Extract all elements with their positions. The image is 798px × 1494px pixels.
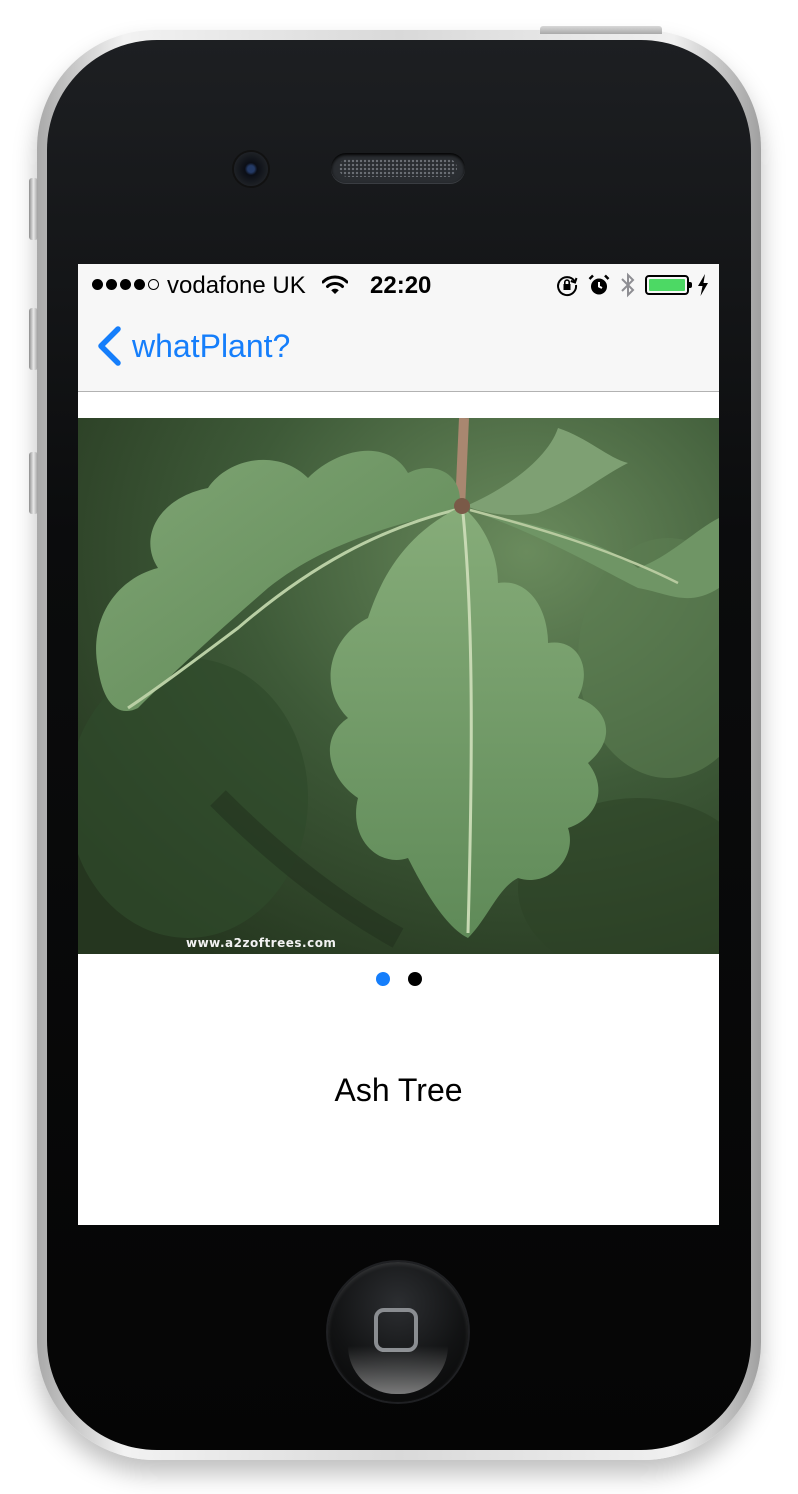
home-button[interactable] xyxy=(328,1262,468,1402)
signal-dot xyxy=(92,279,103,290)
charging-bolt-icon xyxy=(698,274,708,296)
photo-watermark: www.a2zoftrees.com xyxy=(186,936,337,950)
home-square-icon xyxy=(374,1308,418,1352)
battery-fill xyxy=(649,279,685,291)
plant-name-label: Ash Tree xyxy=(334,1072,463,1108)
status-icons xyxy=(555,272,709,298)
leaf-image xyxy=(78,418,719,954)
carrier-name: vodafone UK xyxy=(167,272,306,299)
rotation-lock-icon xyxy=(557,276,578,297)
page-dot[interactable] xyxy=(407,972,422,986)
wifi-icon xyxy=(322,275,348,294)
signal-strength-icon xyxy=(92,279,159,290)
status-time: 22:20 xyxy=(370,272,432,299)
back-button-label: whatPlant? xyxy=(132,327,291,364)
front-camera xyxy=(234,152,268,186)
earpiece-speaker xyxy=(331,153,465,183)
page-dot[interactable] xyxy=(375,972,390,986)
mute-switch xyxy=(29,178,38,240)
signal-dot xyxy=(148,279,159,290)
volume-up-button xyxy=(29,308,38,370)
page-control[interactable] xyxy=(78,972,719,986)
signal-dot xyxy=(106,279,117,290)
screen: vodafone UK 22:20 whatPlant? www.a2zoftr… xyxy=(78,264,719,1225)
battery-icon xyxy=(645,275,692,295)
status-bar: vodafone UK 22:20 xyxy=(78,264,719,306)
alarm-icon xyxy=(588,274,610,295)
navigation-bar: whatPlant? xyxy=(78,306,719,392)
chevron-left-icon xyxy=(98,326,121,366)
back-button[interactable]: whatPlant? xyxy=(94,326,290,366)
sleep-button xyxy=(540,26,662,34)
signal-dot xyxy=(120,279,131,290)
bluetooth-icon xyxy=(621,272,635,298)
signal-dot xyxy=(134,279,145,290)
volume-down-button xyxy=(29,452,38,514)
plant-photo[interactable]: www.a2zoftrees.com xyxy=(78,418,719,954)
